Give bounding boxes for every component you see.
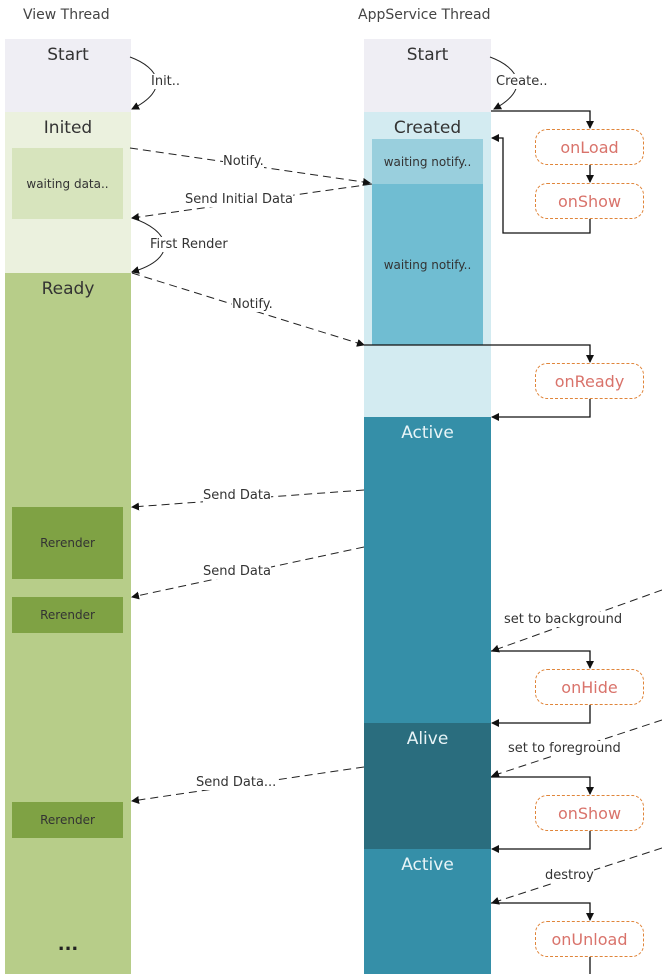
label-init: Init..: [151, 74, 181, 89]
hook-onhide: onHide: [535, 669, 644, 705]
hook-onshow-2: onShow: [535, 795, 644, 831]
label-notify-2: Notify.: [232, 297, 273, 312]
hook-onready: onReady: [535, 363, 644, 399]
label-send-data-3: Send Data...: [196, 775, 277, 790]
edge-to-onready: [364, 344, 594, 363]
edge-onhide-back: [491, 705, 591, 727]
label-send-data-2: Send Data: [203, 564, 271, 579]
edge-to-onshow-2: [491, 776, 594, 795]
label-set-to-foreground: set to foreground: [508, 741, 621, 756]
edge-to-onhide: [491, 650, 594, 669]
label-send-initial-data: Send Initial Data: [185, 192, 294, 207]
label-notify-1: Notify.: [223, 154, 264, 169]
label-set-to-background: set to background: [504, 612, 623, 627]
edge-onshow-2-back: [491, 831, 591, 853]
label-send-data-1: Send Data: [203, 488, 271, 503]
hook-onshow-1: onShow: [535, 183, 644, 219]
edge-onready-back: [491, 399, 591, 421]
edge-to-onunload: [491, 902, 594, 921]
label-create: Create..: [496, 74, 548, 89]
label-first-render: First Render: [150, 237, 228, 252]
hook-onload: onLoad: [535, 129, 644, 165]
label-destroy: destroy: [545, 868, 594, 883]
hook-onunload: onUnload: [535, 921, 644, 957]
edge-to-onload: [491, 110, 594, 129]
